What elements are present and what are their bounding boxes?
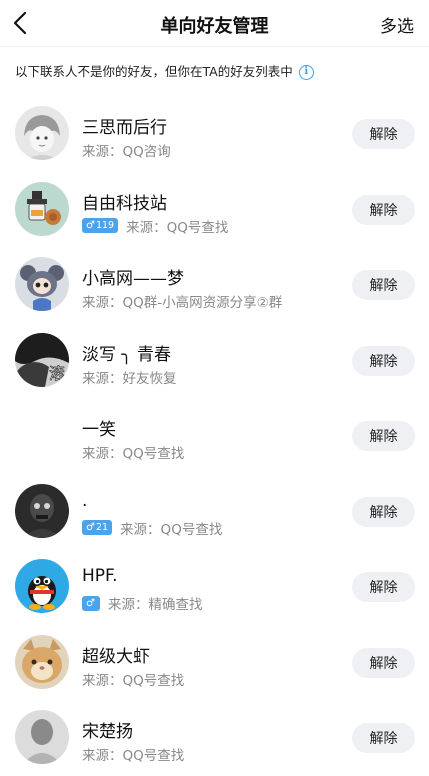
contact-name: 宋楚扬 <box>82 722 133 742</box>
age-value: 21 <box>95 522 109 533</box>
contact-source: 来源：QQ群-小高网资源分享②群 <box>82 295 283 311</box>
male-icon: ♂ <box>86 597 95 609</box>
contact-list: 三思而后行 来源：QQ咨询 解除 自由科技站 ♂119 来源：QQ号查找 解除 <box>0 96 429 776</box>
avatar <box>15 408 69 462</box>
contact-source-line: 来源：QQ号查找 <box>82 442 184 462</box>
contact-source: 来源：QQ号查找 <box>126 219 229 236</box>
avatar-text: 滚 <box>49 364 65 383</box>
gender-badge: ♂ <box>82 595 100 611</box>
contact-source: 来源：QQ号查找 <box>82 748 185 764</box>
list-item[interactable]: HPF. ♂ 来源：精确查找 解除 <box>0 549 429 625</box>
contact-source-line: 来源：QQ咨询 <box>82 140 171 160</box>
avatar: 滚 <box>15 332 69 387</box>
avatar <box>15 559 69 613</box>
contact-source-line: 来源：好友恢复 <box>82 367 177 387</box>
avatar <box>15 634 69 689</box>
notice-text: 以下联系人不是你的好友，但你在TA的好友列表中 <box>15 64 293 79</box>
remove-button[interactable]: 解除 <box>352 496 415 527</box>
contact-source: 来源：QQ号查找 <box>82 672 185 689</box>
contact-source-line: 来源：QQ群-小高网资源分享②群 <box>82 291 282 311</box>
list-item[interactable]: 一笑 来源：QQ号查找 解除 <box>0 398 429 474</box>
remove-button[interactable]: 解除 <box>352 119 415 149</box>
remove-button[interactable]: 解除 <box>352 421 415 451</box>
contact-source-line: 来源：QQ号查找 <box>82 744 184 764</box>
contact-name: 小高网——梦 <box>82 269 184 289</box>
remove-button[interactable]: 解除 <box>352 647 415 678</box>
contact-name: 一笑 <box>82 420 116 440</box>
contact-source: 来源：好友恢复 <box>82 370 177 387</box>
gender-age-badge: ♂ 21 <box>82 520 113 535</box>
gender-age-badge: ♂ 119 <box>82 218 119 233</box>
avatar <box>15 710 69 764</box>
list-item[interactable]: . ♂ 21 来源：QQ号查找 解除 <box>0 474 429 550</box>
contact-source-line: ♂ 来源：精确查找 <box>82 593 202 613</box>
contact-name: 三思而后行 <box>82 118 167 138</box>
remove-button[interactable]: 解除 <box>352 345 415 376</box>
contact-source: 来源：精确查找 <box>107 597 203 613</box>
notice-bar: 以下联系人不是你的好友，但你在TA的好友列表中 i <box>15 62 314 82</box>
contact-name: . <box>82 490 88 511</box>
contact-source-line: ♂ 21 来源：QQ号查找 <box>82 518 222 538</box>
info-icon[interactable]: i <box>298 64 314 80</box>
list-item[interactable]: 滚 淡写 ╮ 青春 来源：好友恢复 解除 <box>0 323 429 399</box>
contact-name: 淡写 ╮ 青春 <box>82 344 172 365</box>
list-item[interactable]: 自由科技站 ♂ 119 来源：QQ号查找 解除 <box>0 172 429 248</box>
age-value: 119 <box>95 220 115 231</box>
contact-name: HPF. <box>82 566 118 586</box>
avatar <box>15 181 69 236</box>
list-item[interactable]: 三思而后行 来源：QQ咨询 解除 <box>0 96 429 172</box>
avatar <box>15 483 69 538</box>
contact-source-line: 来源：QQ号查找 <box>82 669 184 689</box>
avatar <box>15 106 69 160</box>
contact-name: 自由科技站 <box>82 193 167 214</box>
remove-button[interactable]: 解除 <box>352 572 415 602</box>
remove-button[interactable]: 解除 <box>352 194 415 225</box>
contact-source: 来源：QQ号查找 <box>82 446 185 462</box>
contact-source: 来源：QQ号查找 <box>120 521 223 538</box>
remove-button[interactable]: 解除 <box>352 270 415 300</box>
list-item[interactable]: 超级大虾 来源：QQ号查找 解除 <box>0 625 429 701</box>
nav-bar: 单向好友管理 多选 <box>0 0 429 47</box>
male-icon: ♂ <box>86 220 95 231</box>
contact-source-line: ♂ 119 来源：QQ号查找 <box>82 216 228 236</box>
multi-select-button[interactable]: 多选 <box>380 12 414 37</box>
contact-source: 来源：QQ咨询 <box>82 144 171 160</box>
list-item[interactable]: 宋楚扬 来源：QQ号查找 解除 <box>0 700 429 776</box>
remove-button[interactable]: 解除 <box>352 723 415 753</box>
avatar <box>15 257 69 311</box>
contact-name: 超级大虾 <box>82 646 150 667</box>
page-title: 单向好友管理 <box>160 16 269 37</box>
male-icon: ♂ <box>86 522 95 533</box>
list-item[interactable]: 小高网——梦 来源：QQ群-小高网资源分享②群 解除 <box>0 247 429 323</box>
